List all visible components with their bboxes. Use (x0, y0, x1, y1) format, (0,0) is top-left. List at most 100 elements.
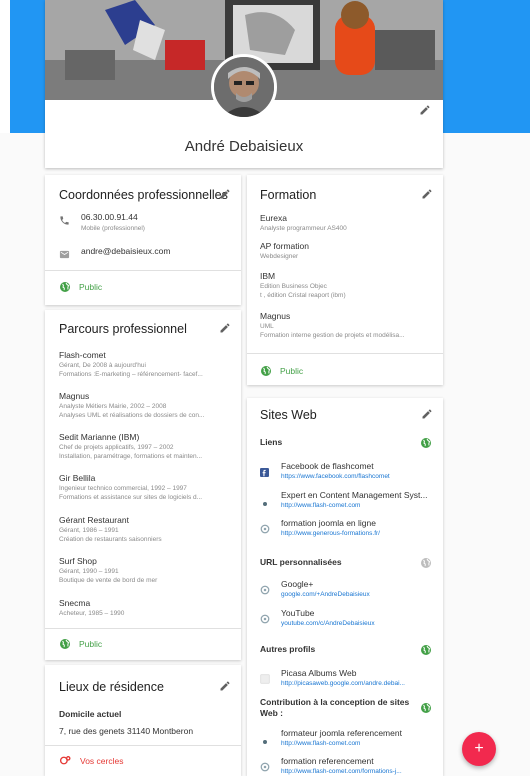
website-link-name: Expert en Content Management Syst... (281, 490, 428, 500)
career-item-desc: Formations :E-marketing – référencement-… (59, 371, 203, 378)
link-icon (260, 521, 270, 539)
other-profiles-globe-icon[interactable] (420, 644, 432, 656)
other-profile-name: Picasa Albums Web (281, 668, 357, 678)
education-item-detail: Webdesigner (260, 253, 299, 260)
career-item[interactable]: Gir Bellila Ingenieur technico commercia… (59, 473, 233, 502)
education-item[interactable]: AP formation Webdesigner (260, 241, 435, 261)
websites-title: Sites Web (260, 408, 317, 422)
current-home-label: Domicile actuel (59, 709, 122, 719)
career-item-role: Gérant, 1990 – 1991 (59, 568, 119, 575)
education-item[interactable]: Magnus UML Formation interne gestion de … (260, 311, 435, 340)
education-item[interactable]: IBM Edition Business Objec t , édition C… (260, 271, 435, 300)
circles-label: Vos cercles (80, 755, 124, 766)
career-item-name: Flash-comet (59, 350, 106, 360)
career-item-role: Acheteur, 1985 – 1990 (59, 610, 125, 617)
education-item[interactable]: Eurexa Analyste programmeur AS400 (260, 213, 435, 233)
contribution-globe-icon[interactable] (420, 702, 432, 714)
career-item-desc: Formations et assistance sur sites de lo… (59, 494, 203, 501)
custom-url-name: Google+ (281, 579, 314, 589)
visibility-label: Public (280, 366, 304, 376)
contribution-name: formation referencement (281, 756, 374, 766)
profile-avatar[interactable] (211, 54, 277, 120)
education-item-detail: Edition Business Objec (260, 283, 327, 290)
contribution-link[interactable]: formateur joomla referencement http://ww… (281, 728, 436, 748)
circles-visibility[interactable]: Vos cercles (59, 754, 123, 767)
career-item-name: Magnus (59, 391, 90, 401)
career-item[interactable]: Gérant Restaurant Gérant, 1986 – 1991 Cr… (59, 515, 233, 544)
contribution-link[interactable]: formation referencement http://www.flash… (281, 756, 436, 776)
divider (45, 745, 241, 746)
contribution-label: Contribution à la conception de sites We… (260, 697, 410, 718)
websites-card: Sites Web Liens Facebook de flashcomet h… (247, 398, 443, 776)
education-visibility[interactable]: Public (260, 365, 303, 377)
career-item-name: Gérant Restaurant (59, 515, 129, 525)
phone-icon (59, 213, 70, 231)
phone-type: Mobile (professionnel) (81, 225, 145, 232)
education-item-name: AP formation (260, 241, 309, 251)
phone-number[interactable]: 06.30.00.91.44 (81, 212, 138, 223)
career-item-role: Chef de projets applicatifs, 1997 – 2002 (59, 444, 174, 451)
home-address: 7, rue des genets 31140 Montberon (59, 726, 194, 736)
bullet-icon (262, 732, 268, 750)
career-item-role: Gérant, De 2008 à aujourd'hui (59, 362, 146, 369)
career-item-name: Surf Shop (59, 556, 97, 566)
edit-residence-icon[interactable] (219, 680, 231, 692)
bullet-icon (262, 494, 268, 512)
contribution-url: http://www.flash-comet.com/formations-j.… (281, 768, 402, 775)
education-item-detail: UML (260, 323, 274, 330)
career-item[interactable]: Magnus Analyste Métiers Mairie, 2002 – 2… (59, 391, 233, 420)
left-margin (0, 0, 10, 133)
custom-url-link[interactable]: YouTube youtube.com/c/AndreDebaisieux (281, 608, 436, 628)
edit-websites-icon[interactable] (421, 408, 433, 420)
education-card: Formation Eurexa Analyste programmeur AS… (247, 175, 443, 385)
website-link[interactable]: Facebook de flashcomet https://www.faceb… (281, 461, 436, 481)
picasa-icon (260, 671, 270, 689)
edit-education-icon[interactable] (421, 188, 433, 200)
career-item[interactable]: Surf Shop Gérant, 1990 – 1991 Boutique d… (59, 556, 233, 585)
divider (247, 353, 443, 354)
career-item-name: Gir Bellila (59, 473, 96, 483)
career-item-desc: Boutique de vente de bord de mer (59, 577, 158, 584)
other-profile-url: http://picasaweb.google.com/andre.debai.… (281, 680, 405, 687)
residence-title: Lieux de résidence (59, 680, 164, 694)
edit-profile-icon[interactable] (419, 104, 431, 116)
custom-url-address: youtube.com/c/AndreDebaisieux (281, 620, 375, 627)
edit-contact-icon[interactable] (219, 188, 231, 200)
career-visibility[interactable]: Public (59, 638, 102, 650)
contact-title: Coordonnées professionnelles (59, 188, 228, 202)
circles-icon (59, 756, 71, 765)
globe-icon (60, 639, 70, 649)
contact-visibility[interactable]: Public (59, 281, 102, 293)
contribution-name: formateur joomla referencement (281, 728, 402, 738)
career-item-name: Sedit Marianne (IBM) (59, 432, 140, 442)
career-item-name: Snecma (59, 598, 91, 608)
website-link[interactable]: formation joomla en ligne http://www.gen… (281, 518, 436, 538)
career-item[interactable]: Sedit Marianne (IBM) Chef de projets app… (59, 432, 233, 461)
email-address[interactable]: andre@debaisieux.com (81, 246, 170, 257)
other-profile-link[interactable]: Picasa Albums Web http://picasaweb.googl… (281, 668, 436, 688)
edit-career-icon[interactable] (219, 322, 231, 334)
education-item-name: IBM (260, 271, 276, 281)
links-section-label: Liens (260, 437, 283, 447)
contact-card: Coordonnées professionnelles 06.30.00.91… (45, 175, 241, 305)
education-title: Formation (260, 188, 317, 202)
career-item[interactable]: Snecma Acheteur, 1985 – 1990 (59, 598, 233, 618)
career-item[interactable]: Flash-comet Gérant, De 2008 à aujourd'hu… (59, 350, 233, 379)
website-link-name: Facebook de flashcomet (281, 461, 374, 471)
career-item-desc: Analyses UML et réalisations de dossiers… (59, 412, 205, 419)
career-item-desc: Installation, paramétrage, formations et… (59, 453, 203, 460)
website-link-url: https://www.facebook.com/flashcomet (281, 473, 390, 480)
custom-url-link[interactable]: Google+ google.com/+AndreDebaisieux (281, 579, 436, 599)
website-link[interactable]: Expert en Content Management Syst... htt… (281, 490, 436, 510)
links-globe-icon[interactable] (420, 437, 432, 449)
email-icon (59, 247, 70, 265)
residence-card: Lieux de résidence Domicile actuel 7, ru… (45, 665, 241, 776)
contribution-url: http://www.flash-comet.com (281, 740, 361, 747)
custom-url-globe-icon[interactable] (420, 557, 432, 569)
education-item-detail-2: t , édition Cristal reaport (ibm) (260, 292, 346, 299)
globe-icon (60, 282, 70, 292)
facebook-icon (260, 464, 269, 482)
add-fab-button[interactable]: + (462, 732, 496, 766)
visibility-label: Public (79, 639, 103, 649)
website-link-url: http://www.flash-comet.com (281, 502, 361, 509)
